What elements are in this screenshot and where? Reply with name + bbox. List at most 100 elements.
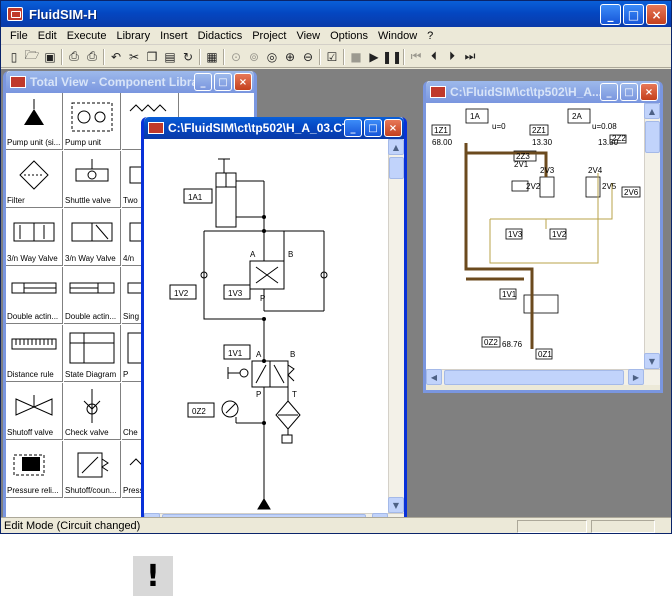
library-item-label: Pump unit (si... bbox=[7, 138, 61, 147]
library-minimize-button[interactable]: _ bbox=[194, 73, 212, 91]
scroll-right-button[interactable]: ▶ bbox=[628, 369, 644, 385]
library-item-shuttle-valve[interactable]: Shuttle valve bbox=[64, 151, 121, 208]
paste-icon[interactable]: ▤ bbox=[161, 48, 179, 66]
menu-help[interactable]: ? bbox=[422, 30, 438, 42]
pause-icon[interactable]: ❚❚ bbox=[382, 48, 402, 66]
menu-window[interactable]: Window bbox=[373, 30, 422, 42]
maximize-button[interactable]: □ bbox=[623, 4, 644, 25]
library-item-filter[interactable]: Filter bbox=[6, 151, 63, 208]
toolbar-separator bbox=[101, 48, 107, 66]
stop-icon[interactable]: ■ bbox=[347, 48, 365, 66]
circuit-vertical-scrollbar[interactable]: ▲ ▼ bbox=[388, 139, 404, 513]
new-file-icon[interactable]: ▯ bbox=[5, 48, 23, 66]
library-item-label: 3/n Way Valve bbox=[65, 254, 116, 263]
menu-library[interactable]: Library bbox=[111, 30, 155, 42]
scroll-down-button[interactable]: ▼ bbox=[644, 353, 660, 369]
grid-icon[interactable]: ▦ bbox=[203, 48, 221, 66]
library-item-double-acting-cylinder-b[interactable]: Double actin... bbox=[64, 267, 121, 324]
rewind-icon[interactable]: ⏮ bbox=[407, 48, 425, 66]
play-icon[interactable]: ▶ bbox=[365, 48, 383, 66]
circuit-title-bar[interactable]: C:\FluidSIM\ct\tp502\H_A_03.CT _ □ × bbox=[144, 117, 404, 139]
menu-file[interactable]: File bbox=[5, 30, 33, 42]
print-preview-icon[interactable]: ⎙ bbox=[65, 48, 83, 66]
zoom-in-icon[interactable]: ⊕ bbox=[281, 48, 299, 66]
fast-forward-icon[interactable]: ⏭ bbox=[461, 48, 479, 66]
overview-label-0z1: 0Z1 bbox=[538, 350, 552, 359]
library-item-state-diagram[interactable]: State Diagram bbox=[64, 325, 121, 382]
open-file-icon[interactable]: 🗁 bbox=[23, 48, 41, 66]
menu-bar: File Edit Execute Library Insert Didacti… bbox=[1, 27, 671, 45]
cut-icon[interactable]: ✂ bbox=[125, 48, 143, 66]
toolbar: ▯ 🗁 ▣ ⎙ ⎙ ↶ ✂ ❐ ▤ ↻ ▦ ⊙ ⊚ ◎ ⊕ ⊖ ☑ ■ ▶ ❚❚… bbox=[1, 46, 671, 68]
label-port-t-1v1: T bbox=[292, 390, 297, 399]
rotate-icon[interactable]: ↻ bbox=[179, 48, 197, 66]
library-item-shutoff-valve[interactable]: Shutoff valve bbox=[6, 383, 63, 440]
step-forward-icon[interactable]: ⏵ bbox=[443, 48, 461, 66]
app-title-bar[interactable]: FluidSIM-H _ □ × bbox=[1, 1, 671, 27]
toolbar-separator bbox=[197, 48, 203, 66]
label-1v1: 1V1 bbox=[228, 349, 243, 358]
menu-execute[interactable]: Execute bbox=[62, 30, 112, 42]
scroll-thumb[interactable] bbox=[645, 121, 660, 153]
overview-value-pressure-4: 68.76 bbox=[502, 340, 523, 349]
step-back-icon[interactable]: ⏴ bbox=[425, 48, 443, 66]
scroll-up-button[interactable]: ▲ bbox=[388, 139, 404, 155]
overview-circuit-canvas[interactable]: 1A 2A 1Z1 2Z1 2Z2 2Z3 2V2 2V1 2V3 2V4 2V… bbox=[426, 103, 644, 369]
overview-label-2v1: 2V1 bbox=[514, 160, 529, 169]
overview-maximize-button[interactable]: □ bbox=[620, 83, 638, 101]
circuit-close-button[interactable]: × bbox=[384, 119, 402, 137]
zoom-fit-icon[interactable]: ⊙ bbox=[227, 48, 245, 66]
undo-icon[interactable]: ↶ bbox=[107, 48, 125, 66]
circuit-maximize-button[interactable]: □ bbox=[364, 119, 382, 137]
library-close-button[interactable]: × bbox=[234, 73, 252, 91]
print-icon[interactable]: ⎙ bbox=[83, 48, 101, 66]
library-item-pump-unit-simplified[interactable]: Pump unit (si... bbox=[6, 93, 63, 150]
library-item-shutoff-counterbalance[interactable]: Shutoff/coun... bbox=[64, 441, 121, 498]
menu-options[interactable]: Options bbox=[325, 30, 373, 42]
scroll-left-button[interactable]: ◀ bbox=[426, 369, 442, 385]
library-item-check-valve[interactable]: Check valve bbox=[64, 383, 121, 440]
library-item-pressure-relief-valve[interactable]: Pressure reli... bbox=[6, 441, 63, 498]
overview-title-bar[interactable]: C:\FluidSIM\ct\tp502\H_A... _ □ × bbox=[426, 81, 660, 103]
library-item-pump-unit[interactable]: Pump unit bbox=[64, 93, 121, 150]
zoom-100-icon[interactable]: ◎ bbox=[263, 48, 281, 66]
zoom-out-icon[interactable]: ⊖ bbox=[299, 48, 317, 66]
menu-edit[interactable]: Edit bbox=[33, 30, 62, 42]
overview-label-2v5: 2V5 bbox=[602, 182, 617, 191]
menu-didactics[interactable]: Didactics bbox=[193, 30, 248, 42]
circuit-minimize-button[interactable]: _ bbox=[344, 119, 362, 137]
overview-close-button[interactable]: × bbox=[640, 83, 658, 101]
library-maximize-button[interactable]: □ bbox=[214, 73, 232, 91]
save-icon[interactable]: ▣ bbox=[41, 48, 59, 66]
overview-horizontal-scrollbar[interactable]: ◀ ▶ bbox=[426, 369, 660, 385]
library-window-icon bbox=[10, 76, 26, 88]
overview-value-pressure-1: 68.00 bbox=[432, 138, 453, 147]
overview-label-1v2: 1V2 bbox=[552, 230, 567, 239]
overview-vertical-scrollbar[interactable]: ▲ ▼ bbox=[644, 103, 660, 369]
menu-insert[interactable]: Insert bbox=[155, 30, 193, 42]
check-icon[interactable]: ☑ bbox=[323, 48, 341, 66]
scroll-thumb[interactable] bbox=[389, 157, 404, 179]
overview-circuit-window: C:\FluidSIM\ct\tp502\H_A... _ □ × 1A 2A … bbox=[423, 81, 663, 393]
overview-label-2a: 2A bbox=[572, 112, 582, 121]
menu-view[interactable]: View bbox=[291, 30, 325, 42]
library-item-3n-way-valve-a[interactable]: 3/n Way Valve bbox=[6, 209, 63, 266]
overview-minimize-button[interactable]: _ bbox=[600, 83, 618, 101]
scroll-up-button[interactable]: ▲ bbox=[644, 103, 660, 119]
minimize-button[interactable]: _ bbox=[600, 4, 621, 25]
zoom-window-icon[interactable]: ⊚ bbox=[245, 48, 263, 66]
library-title-bar[interactable]: Total View - Component Library _ □ × bbox=[6, 71, 254, 93]
copy-icon[interactable]: ❐ bbox=[143, 48, 161, 66]
library-item-label: Double actin... bbox=[7, 312, 59, 321]
menu-project[interactable]: Project bbox=[247, 30, 291, 42]
library-item-distance-rule[interactable]: Distance rule bbox=[6, 325, 63, 382]
circuit-canvas[interactable]: 1A1 1V2 1V3 1V1 0Z2 A B P A B P T bbox=[144, 139, 388, 513]
library-item-label: State Diagram bbox=[65, 370, 117, 379]
library-item-label: Distance rule bbox=[7, 370, 54, 379]
scroll-thumb[interactable] bbox=[444, 370, 624, 385]
close-button[interactable]: × bbox=[646, 4, 667, 25]
library-item-3n-way-valve-b[interactable]: 3/n Way Valve bbox=[64, 209, 121, 266]
fluidsim-app-icon[interactable] bbox=[7, 7, 23, 21]
library-item-double-acting-cylinder-a[interactable]: Double actin... bbox=[6, 267, 63, 324]
scroll-down-button[interactable]: ▼ bbox=[388, 497, 404, 513]
